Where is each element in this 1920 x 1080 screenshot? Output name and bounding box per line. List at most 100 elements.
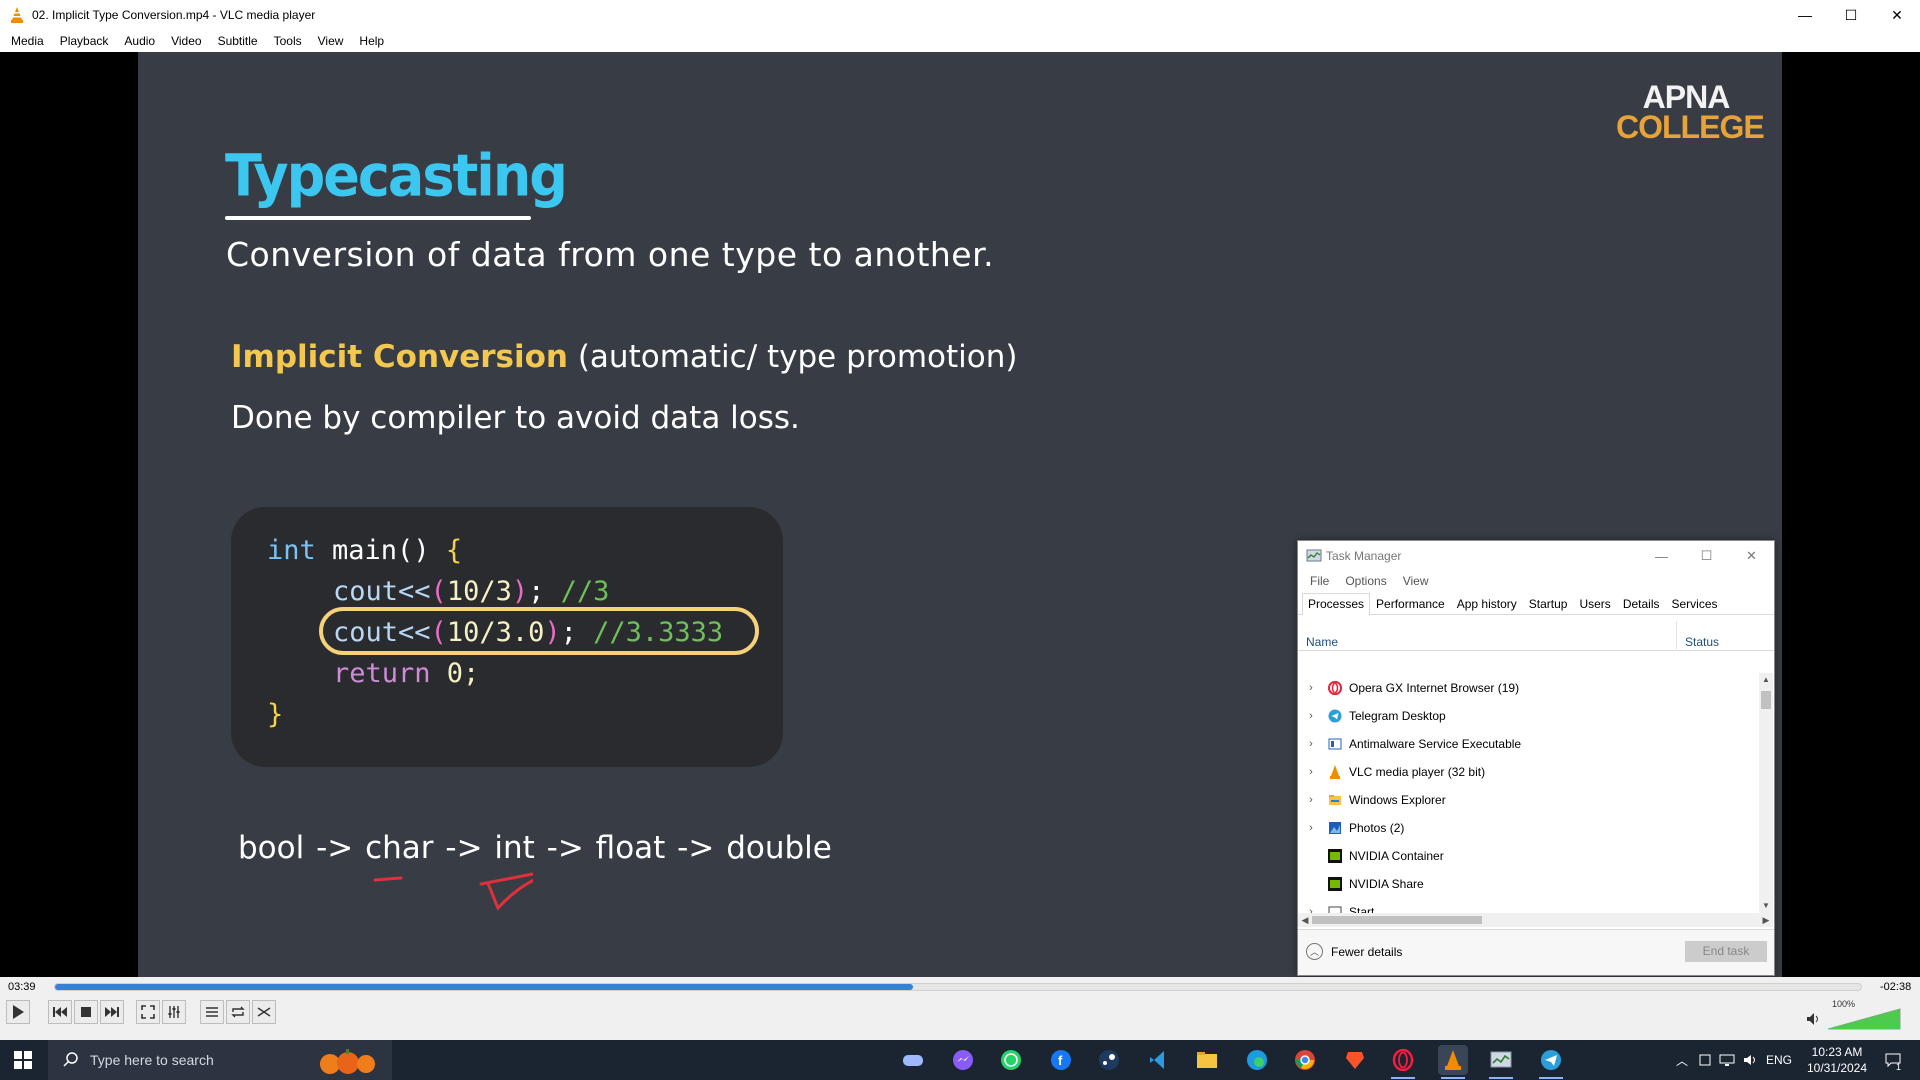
menu-view[interactable]: View: [310, 30, 352, 52]
input-language[interactable]: ENG: [1764, 1040, 1794, 1080]
fewer-details-button[interactable]: ︿ Fewer details: [1306, 943, 1402, 960]
menu-tools[interactable]: Tools: [266, 30, 310, 52]
menu-help[interactable]: Help: [351, 30, 392, 52]
system-clock[interactable]: 10:23 AM 10/31/2024: [1800, 1044, 1874, 1076]
expand-chevron-icon[interactable]: ›: [1301, 794, 1321, 806]
scroll-down-icon[interactable]: ▼: [1759, 899, 1773, 913]
process-list[interactable]: › Opera GX Internet Browser (19) › Telegra…: [1298, 674, 1758, 914]
process-list-horizontal-scrollbar[interactable]: ◀ ▶: [1298, 913, 1773, 927]
end-task-button[interactable]: End task: [1685, 941, 1767, 962]
fullscreen-icon: [141, 1005, 155, 1019]
maximize-button[interactable]: ☐: [1828, 0, 1874, 30]
game-controller-icon[interactable]: [898, 1045, 928, 1075]
brave-icon[interactable]: [1340, 1045, 1370, 1075]
tab-startup[interactable]: Startup: [1523, 593, 1574, 614]
tm-close-button[interactable]: ✕: [1729, 541, 1774, 571]
opera-gx-icon[interactable]: [1388, 1045, 1418, 1079]
speaker-icon[interactable]: [1806, 1012, 1820, 1026]
play-icon: [13, 1005, 24, 1019]
process-row[interactable]: › Photos (2): [1298, 814, 1758, 842]
taskbar-search-box[interactable]: Type here to search: [48, 1040, 392, 1080]
whatsapp-icon[interactable]: [996, 1045, 1026, 1075]
chrome-icon[interactable]: [1290, 1045, 1320, 1075]
fullscreen-button[interactable]: [136, 1000, 160, 1024]
menu-video[interactable]: Video: [163, 30, 209, 52]
file-explorer-icon[interactable]: [1192, 1045, 1222, 1075]
facebook-icon[interactable]: f: [1046, 1045, 1076, 1075]
minimize-button[interactable]: —: [1782, 0, 1828, 30]
vlc-taskbar-icon[interactable]: [1438, 1045, 1468, 1079]
scroll-thumb[interactable]: [1761, 691, 1771, 709]
scroll-up-icon[interactable]: ▲: [1759, 673, 1773, 687]
tm-maximize-button[interactable]: ☐: [1684, 541, 1729, 571]
messenger-icon[interactable]: [948, 1045, 978, 1075]
code-highlight-ring: [319, 607, 759, 655]
process-name: Photos (2): [1349, 821, 1405, 835]
code-expression: 10/3: [446, 576, 512, 607]
tab-performance[interactable]: Performance: [1370, 593, 1451, 614]
scroll-right-icon[interactable]: ▶: [1759, 913, 1773, 927]
notification-center-icon[interactable]: 1: [1878, 1040, 1908, 1080]
video-area[interactable]: APNA COLLEGE Typecasting Conversion of d…: [0, 52, 1920, 977]
previous-button[interactable]: [48, 1000, 72, 1024]
process-row[interactable]: › VLC media player (32 bit): [1298, 758, 1758, 786]
playlist-button[interactable]: [200, 1000, 224, 1024]
expand-chevron-icon[interactable]: ›: [1301, 710, 1321, 722]
volume-slider[interactable]: [1828, 1008, 1902, 1030]
play-button[interactable]: [6, 1000, 30, 1024]
tab-details[interactable]: Details: [1617, 593, 1666, 614]
expand-chevron-icon[interactable]: ›: [1301, 738, 1321, 750]
seek-bar[interactable]: [54, 983, 1862, 991]
column-name[interactable]: Name: [1306, 635, 1338, 649]
tab-services[interactable]: Services: [1666, 593, 1724, 614]
tm-menu-options[interactable]: Options: [1337, 574, 1394, 588]
show-hidden-icons-chevron-icon[interactable]: ︿: [1672, 1040, 1692, 1080]
edge-icon[interactable]: [1242, 1045, 1272, 1075]
volume-icon[interactable]: [1740, 1040, 1762, 1080]
process-row[interactable]: › Windows Explorer: [1298, 786, 1758, 814]
tab-users[interactable]: Users: [1573, 593, 1616, 614]
tab-processes[interactable]: Processes: [1302, 593, 1371, 615]
tm-minimize-button[interactable]: —: [1639, 541, 1684, 571]
expand-chevron-icon[interactable]: ›: [1301, 682, 1321, 694]
tray-device-icon[interactable]: [1696, 1040, 1714, 1080]
process-row[interactable]: › Start: [1298, 898, 1758, 914]
volume-control[interactable]: 100%: [1806, 999, 1902, 1032]
steam-icon[interactable]: [1094, 1045, 1124, 1075]
scroll-thumb[interactable]: [1312, 916, 1482, 924]
expand-chevron-icon[interactable]: ›: [1301, 822, 1321, 834]
scroll-left-icon[interactable]: ◀: [1298, 913, 1312, 927]
process-list-vertical-scrollbar[interactable]: ▲ ▼: [1759, 673, 1773, 913]
tm-menu-view[interactable]: View: [1395, 574, 1437, 588]
menu-subtitle[interactable]: Subtitle: [210, 30, 266, 52]
telegram-taskbar-icon[interactable]: [1536, 1045, 1566, 1079]
process-row[interactable]: › Telegram Desktop: [1298, 702, 1758, 730]
tm-menu-file[interactable]: File: [1302, 574, 1337, 588]
extended-settings-button[interactable]: [162, 1000, 186, 1024]
halloween-pumpkins-icon[interactable]: [310, 1046, 382, 1076]
menu-media[interactable]: Media: [3, 30, 52, 52]
stop-icon: [81, 1007, 91, 1017]
task-manager-taskbar-icon[interactable]: [1486, 1045, 1516, 1079]
loop-button[interactable]: [226, 1000, 250, 1024]
shuffle-button[interactable]: [252, 1000, 276, 1024]
column-status[interactable]: Status: [1685, 635, 1719, 649]
tab-app-history[interactable]: App history: [1451, 593, 1523, 614]
process-row[interactable]: › Opera GX Internet Browser (19): [1298, 674, 1758, 702]
network-icon[interactable]: [1716, 1040, 1738, 1080]
next-button[interactable]: [100, 1000, 124, 1024]
vscode-icon[interactable]: [1144, 1045, 1174, 1075]
window-title: 02. Implicit Type Conversion.mp4 - VLC m…: [32, 8, 316, 22]
menu-playback[interactable]: Playback: [52, 30, 117, 52]
column-divider[interactable]: [1676, 621, 1677, 651]
process-row[interactable]: › Antimalware Service Executable: [1298, 730, 1758, 758]
menu-audio[interactable]: Audio: [116, 30, 163, 52]
close-button[interactable]: ✕: [1874, 0, 1920, 30]
task-manager-window[interactable]: Task Manager — ☐ ✕ File Options View Pro…: [1297, 540, 1775, 976]
start-button[interactable]: [0, 1040, 46, 1080]
remaining-time[interactable]: -02:38: [1880, 981, 1911, 993]
expand-chevron-icon[interactable]: ›: [1301, 766, 1321, 778]
process-row[interactable]: NVIDIA Container: [1298, 842, 1758, 870]
process-row[interactable]: NVIDIA Share: [1298, 870, 1758, 898]
stop-button[interactable]: [74, 1000, 98, 1024]
